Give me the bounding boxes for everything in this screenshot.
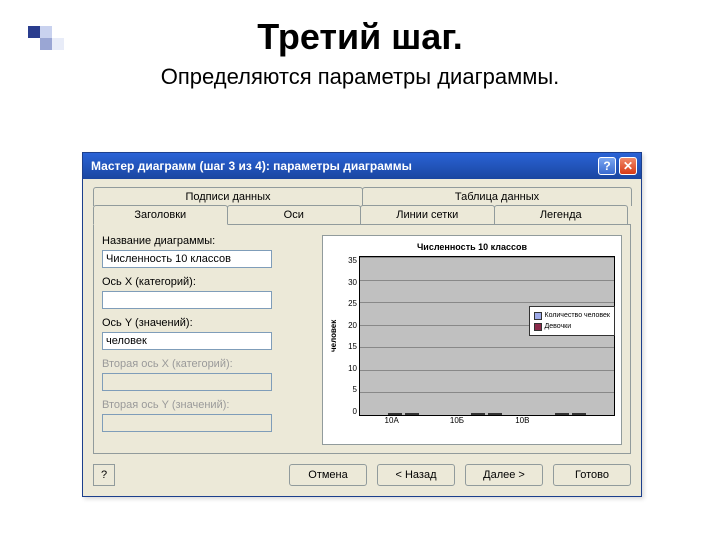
tab-gridlines[interactable]: Линии сетки <box>360 205 495 224</box>
ytick: 10 <box>341 364 357 373</box>
axis-y-input[interactable] <box>102 332 272 350</box>
close-button[interactable]: ✕ <box>619 157 637 175</box>
bar <box>388 413 402 415</box>
ytick: 35 <box>341 256 357 265</box>
tab-legend[interactable]: Легенда <box>494 205 629 224</box>
finish-button[interactable]: Готово <box>553 464 631 486</box>
slide-heading: Третий шаг. Определяются параметры диагр… <box>0 16 720 90</box>
ytick: 15 <box>341 342 357 351</box>
next-button[interactable]: Далее > <box>465 464 543 486</box>
back-button[interactable]: < Назад <box>377 464 455 486</box>
tab-panel-titles: Название диаграммы: Ось X (категорий): О… <box>93 224 631 454</box>
legend-label: Количество человек <box>545 310 611 321</box>
bar <box>405 413 419 415</box>
axis-x-input[interactable] <box>102 291 272 309</box>
dialog-title: Мастер диаграмм (шаг 3 из 4): параметры … <box>91 159 412 173</box>
chart-title-label: Название диаграммы: <box>102 235 312 247</box>
chart-wizard-dialog: Мастер диаграмм (шаг 3 из 4): параметры … <box>82 152 642 497</box>
tab-data-table[interactable]: Таблица данных <box>362 187 632 206</box>
tab-data-labels[interactable]: Подписи данных <box>93 187 363 206</box>
preview-y-label: человек <box>329 256 341 416</box>
ytick: 30 <box>341 278 357 287</box>
bar <box>572 413 586 415</box>
preview-chart-title: Численность 10 классов <box>329 242 615 252</box>
xtick: 10А <box>359 416 424 425</box>
slide-subtitle: Определяются параметры диаграммы. <box>0 64 720 90</box>
field-chart-title: Название диаграммы: <box>102 235 312 268</box>
axis-y-label: Ось Y (значений): <box>102 317 312 329</box>
legend-swatch-icon <box>534 323 542 331</box>
tab-axes[interactable]: Оси <box>227 205 362 224</box>
tab-strip: Подписи данных Таблица данных Заголовки … <box>93 187 631 454</box>
axis-x2-input <box>102 373 272 391</box>
axis-x-label: Ось X (категорий): <box>102 276 312 288</box>
tab-titles[interactable]: Заголовки <box>93 205 228 225</box>
title-dot: . <box>453 16 463 57</box>
ytick: 0 <box>341 407 357 416</box>
help-button[interactable]: ? <box>598 157 616 175</box>
axis-x2-label: Вторая ось X (категорий): <box>102 358 312 370</box>
preview-hint-button[interactable]: ? <box>93 464 115 486</box>
field-axis-x2: Вторая ось X (категорий): <box>102 358 312 391</box>
bar <box>555 413 569 415</box>
xtick: 10В <box>490 416 555 425</box>
slide-title: Третий шаг <box>257 16 452 57</box>
field-axis-y2: Вторая ось Y (значений): <box>102 399 312 432</box>
bar <box>471 413 485 415</box>
ytick: 20 <box>341 321 357 330</box>
axis-y2-label: Вторая ось Y (значений): <box>102 399 312 411</box>
preview-y-axis: 35 30 25 20 15 10 5 0 <box>341 256 359 416</box>
ytick: 25 <box>341 299 357 308</box>
field-axis-x: Ось X (категорий): <box>102 276 312 309</box>
field-axis-y: Ось Y (значений): <box>102 317 312 350</box>
legend-label: Девочки <box>545 321 572 332</box>
legend-swatch-icon <box>534 312 542 320</box>
wizard-buttons: ? Отмена < Назад Далее > Готово <box>93 464 631 486</box>
titlebar[interactable]: Мастер диаграмм (шаг 3 из 4): параметры … <box>83 153 641 179</box>
xtick: 10Б <box>424 416 489 425</box>
chart-preview: Численность 10 классов человек 35 30 25 … <box>322 235 622 445</box>
preview-legend: Количество человек Девочки <box>529 306 616 336</box>
bar <box>488 413 502 415</box>
axis-y2-input <box>102 414 272 432</box>
cancel-button[interactable]: Отмена <box>289 464 367 486</box>
ytick: 5 <box>341 385 357 394</box>
preview-x-axis: 10А 10Б 10В <box>359 416 555 425</box>
preview-plot <box>359 256 615 416</box>
chart-title-input[interactable] <box>102 250 272 268</box>
